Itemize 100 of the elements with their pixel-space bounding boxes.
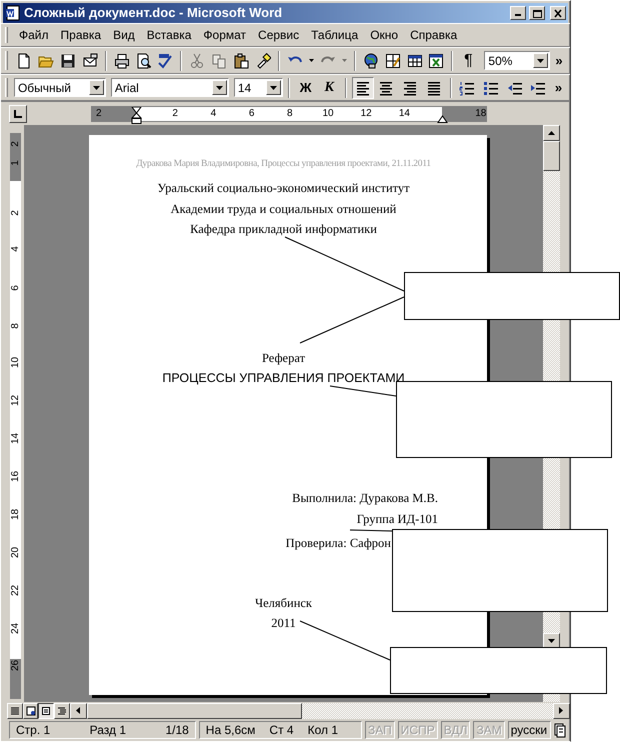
show-formatting-button[interactable]: ¶ xyxy=(458,50,478,72)
ruler-number: 14 xyxy=(398,108,410,120)
spelling-icon xyxy=(157,52,174,68)
ruler-number: 12 xyxy=(360,108,372,120)
ruler-number: 10 xyxy=(322,108,334,120)
ruler-number: 6 xyxy=(248,108,254,120)
document-text: Проверила: Сафрон xyxy=(286,534,391,552)
ruler-number: 24 xyxy=(11,624,21,634)
ruler-number: 2 xyxy=(172,108,178,120)
print-preview-icon xyxy=(136,52,152,68)
down-arrow-icon xyxy=(548,639,555,643)
horizontal-scrollbar[interactable] xyxy=(86,702,553,718)
document-text: Челябинск xyxy=(254,594,312,612)
paste-icon xyxy=(233,52,250,68)
align-left-button[interactable] xyxy=(352,76,374,98)
scroll-thumb[interactable] xyxy=(543,141,560,171)
window-title: Сложный документ.doc - Microsoft Word xyxy=(24,4,284,22)
align-center-icon xyxy=(378,80,394,96)
close-button[interactable] xyxy=(550,6,566,20)
ruler-number: 18 xyxy=(11,510,21,520)
maximize-button[interactable] xyxy=(529,6,545,20)
save-icon xyxy=(60,52,76,68)
format-painter-icon xyxy=(255,52,272,68)
ruler-number: 1 xyxy=(11,159,21,168)
zoom-dropdown[interactable]: 50% xyxy=(484,51,550,70)
status-text: 1/18 xyxy=(165,722,189,739)
document-text: Группа ИД-101 xyxy=(356,510,438,528)
caret-icon xyxy=(342,59,347,62)
insert-spreadsheet-icon xyxy=(428,52,444,68)
menu-item[interactable]: Формат xyxy=(198,24,252,46)
menu-item[interactable]: Сервис xyxy=(253,24,304,46)
align-right-icon xyxy=(402,80,418,96)
close-icon xyxy=(553,8,563,18)
toolbar-options-button[interactable]: » xyxy=(552,50,566,72)
outline-view-button[interactable] xyxy=(54,702,70,718)
document-icon xyxy=(5,5,21,21)
web-toolbar-icon xyxy=(362,52,379,68)
ruler-number: 8 xyxy=(287,108,293,120)
caret-icon xyxy=(216,86,223,90)
scroll-thumb[interactable] xyxy=(86,702,302,718)
normal-view-icon xyxy=(10,706,20,716)
minimize-icon xyxy=(515,14,521,16)
web-layout-button[interactable] xyxy=(22,702,38,718)
print-layout-button[interactable] xyxy=(38,702,54,718)
style-dropdown[interactable]: Обычный xyxy=(14,78,106,97)
menu-item[interactable]: Таблица xyxy=(306,24,364,46)
menu-item[interactable]: Вставка xyxy=(142,24,196,46)
menu-item[interactable]: Окно xyxy=(365,24,404,46)
document-text: Выполнила: Дуракова М.В. xyxy=(292,490,438,507)
maximize-icon xyxy=(532,8,542,18)
insert-table-icon xyxy=(406,52,423,68)
ruler-number: 26 xyxy=(11,661,21,671)
font-size-dropdown[interactable]: 14 xyxy=(234,78,283,97)
email-icon xyxy=(82,52,98,68)
menu-item[interactable]: Правка xyxy=(56,24,106,46)
tables-borders-icon xyxy=(384,52,401,68)
page-header: Дуракова Мария Владимировна, Процессы управления проектами, 21.11.2011 xyxy=(136,158,431,171)
menu-item[interactable]: Вид xyxy=(108,24,140,46)
italic-button[interactable]: К xyxy=(318,76,340,98)
leader-line xyxy=(350,530,392,532)
new-document-icon xyxy=(16,52,32,68)
ruler-number: 8 xyxy=(11,322,21,331)
caret-icon xyxy=(309,59,314,62)
bullets-icon xyxy=(482,80,499,96)
numbering-icon xyxy=(459,80,476,96)
ruler-number: 10 xyxy=(11,358,21,368)
print-layout-icon xyxy=(41,706,52,716)
scroll-left-button[interactable] xyxy=(70,702,87,718)
ruler-number: 4 xyxy=(11,245,21,254)
book-icon xyxy=(554,722,566,738)
menu-item[interactable]: Файл xyxy=(14,24,54,46)
minimize-button[interactable] xyxy=(510,6,526,20)
scroll-up-button[interactable] xyxy=(543,125,560,141)
scroll-right-button[interactable] xyxy=(552,702,570,718)
language-indicator[interactable]: русски xyxy=(508,721,552,739)
ruler-number: 20 xyxy=(11,548,21,558)
caret-icon xyxy=(92,86,100,90)
document-text: ПРОЦЕССЫ УПРАВЛЕНИЯ ПРОЕКТАМИ xyxy=(162,370,405,387)
align-left-icon xyxy=(354,80,371,96)
status-text: Кол 1 xyxy=(308,722,338,739)
right-arrow-icon xyxy=(559,707,564,714)
cut-icon xyxy=(189,52,206,68)
font-dropdown[interactable]: Arial xyxy=(110,78,229,97)
normal-view-button[interactable] xyxy=(7,702,23,718)
outline-view-icon xyxy=(56,706,67,716)
up-arrow-icon xyxy=(548,131,555,135)
menu-item[interactable]: Справка xyxy=(405,24,462,46)
web-layout-icon xyxy=(26,706,36,716)
copy-icon xyxy=(211,52,228,68)
bold-button[interactable]: Ж xyxy=(294,76,316,98)
caret-icon xyxy=(270,86,277,90)
document-text: Кафедра прикладной информатики xyxy=(190,221,377,238)
ruler-number: 2 xyxy=(11,140,21,149)
document-text: Уральский социально-экономический институт xyxy=(157,180,410,197)
ruler-number: 2 xyxy=(96,108,102,120)
tab-stop-button[interactable] xyxy=(9,104,27,122)
left-arrow-icon xyxy=(76,707,80,714)
ruler-number: 12 xyxy=(11,396,21,406)
ruler-number: 2 xyxy=(11,209,21,218)
toolbar-options-button[interactable]: » xyxy=(551,76,566,98)
